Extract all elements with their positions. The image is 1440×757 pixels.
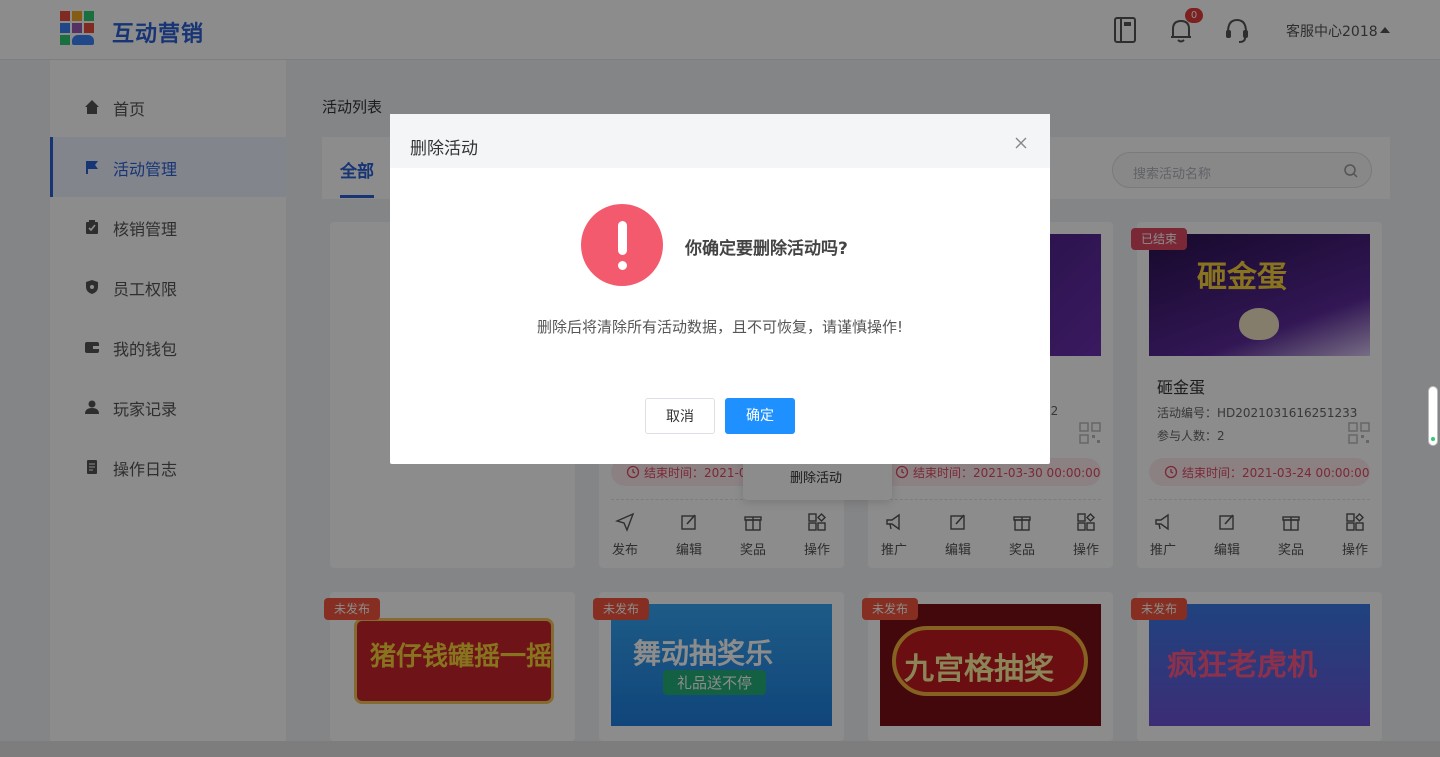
cancel-button[interactable]: 取消	[645, 398, 715, 434]
dialog-title: 删除活动	[410, 139, 478, 159]
dialog-header: 删除活动	[390, 114, 1050, 168]
dialog-description: 删除后将清除所有活动数据，且不可恢复，请谨慎操作!	[536, 318, 904, 336]
confirm-button[interactable]: 确定	[725, 398, 795, 434]
vertical-scrollbar[interactable]	[1428, 386, 1438, 446]
delete-dialog: 删除活动 你确定要删除活动吗? 删除后将清除所有活动数据，且不可恢复，请谨慎操作…	[390, 114, 1050, 464]
close-icon[interactable]	[1014, 136, 1028, 150]
dialog-question: 你确定要删除活动吗?	[685, 239, 848, 259]
warning-icon	[581, 204, 663, 286]
